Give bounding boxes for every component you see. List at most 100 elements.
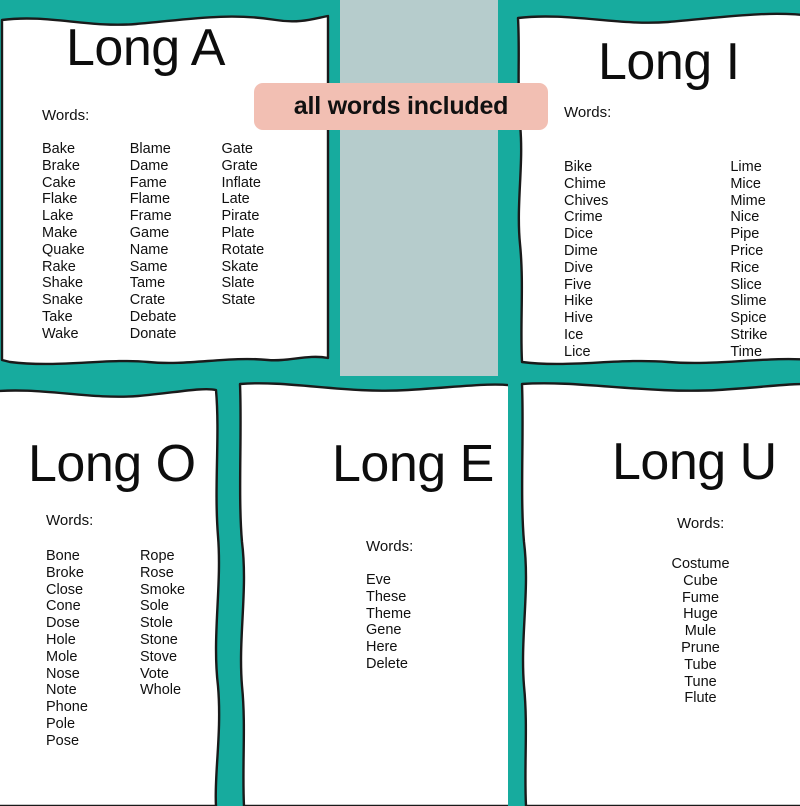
word-column: Bake Brake Cake Flake Lake Make Quake Ra… — [42, 141, 85, 343]
word-item: Prune — [681, 639, 720, 656]
word-item: Stole — [139, 615, 173, 632]
word-item: Eve — [366, 572, 391, 588]
poster-title-long-u: Long U — [612, 433, 777, 491]
word-columns-long-u: Costume Cube Fume Huge Mule Prune Tube T… — [618, 556, 783, 707]
word-item: Blame — [129, 141, 171, 157]
word-item: Pipe — [730, 226, 760, 243]
word-item: Dime — [564, 242, 598, 259]
poster-card-long-i[interactable]: Long I Words: Bike Chime Chives Crime Di… — [498, 0, 800, 378]
word-item: Bone — [46, 548, 80, 564]
word-item: Cube — [683, 572, 718, 589]
poster-card-long-e[interactable]: Long E Words: Eve These Theme Gene Here … — [228, 376, 526, 806]
word-item: Gate — [221, 141, 253, 157]
word-column: Rope Rose Smoke Sole Stole Stone Stove V… — [140, 548, 185, 750]
word-item: Whole — [139, 682, 182, 699]
word-item: Pole — [46, 715, 76, 732]
word-column: Costume Cube Fume Huge Mule Prune Tube T… — [618, 556, 783, 707]
word-item: Frame — [129, 208, 172, 225]
word-item: Pose — [46, 732, 80, 749]
poster-card-long-a[interactable]: Long A Words: Bake Brake Cake Flake Lake… — [0, 0, 340, 378]
word-item: Rice — [730, 259, 760, 276]
word-item: Rope — [139, 548, 175, 564]
words-label-long-a: Words: — [42, 107, 90, 124]
word-column: Eve These Theme Gene Here Delete — [366, 572, 411, 673]
word-item: Nose — [46, 665, 80, 682]
word-item: Rake — [42, 258, 76, 275]
word-item: Sole — [139, 598, 169, 615]
word-item: Slice — [730, 276, 762, 293]
word-item: Make — [42, 224, 78, 241]
word-column: Blame Dame Fame Flame Frame Game Name Sa… — [130, 141, 177, 343]
word-item: Fume — [681, 589, 720, 606]
word-item: Crime — [564, 209, 603, 226]
word-item: Smoke — [139, 581, 186, 598]
word-item: Pirate — [221, 208, 260, 225]
word-item: Tube — [684, 656, 717, 673]
word-item: Slime — [730, 293, 767, 310]
word-item: Mime — [730, 192, 766, 209]
word-item: Delete — [366, 655, 408, 672]
word-item: Cake — [42, 174, 76, 191]
word-item: Stove — [139, 648, 178, 665]
word-item: Ice — [564, 326, 584, 343]
word-item: Snake — [42, 292, 84, 309]
words-label-long-e: Words: — [366, 538, 414, 555]
word-item: Chime — [564, 175, 606, 192]
word-item: Time — [730, 343, 763, 360]
word-item: Game — [129, 224, 170, 241]
word-item: Costume — [671, 556, 730, 572]
word-item: Nice — [730, 209, 760, 226]
all-words-included-badge[interactable]: all words included — [254, 83, 548, 130]
word-item: Five — [564, 276, 592, 293]
word-item: Dame — [129, 157, 169, 174]
word-item: Hike — [564, 293, 594, 310]
word-item: Rose — [139, 564, 174, 581]
badge-label: all words included — [293, 92, 509, 120]
word-item: Lime — [730, 159, 762, 175]
word-item: Flute — [684, 690, 717, 707]
word-item: Hole — [46, 631, 76, 648]
word-item: Gene — [366, 622, 402, 639]
word-item: Spice — [730, 310, 767, 327]
poster-title-long-i: Long I — [598, 33, 740, 91]
word-item: Huge — [683, 606, 718, 623]
word-item: Tame — [129, 275, 166, 292]
word-item: Slate — [221, 275, 255, 292]
poster-card-long-u[interactable]: Long U Words: Costume Cube Fume Huge Mul… — [508, 376, 800, 806]
word-item: Cone — [46, 598, 81, 615]
word-item: Lake — [42, 208, 74, 225]
word-item: Dive — [564, 259, 594, 276]
word-item: Wake — [42, 325, 79, 342]
word-item: Crate — [129, 292, 166, 309]
word-item: Vote — [139, 665, 169, 682]
word-column: Gate Grate Inflate Late Pirate Plate Rot… — [222, 141, 265, 343]
word-item: Flame — [129, 191, 171, 208]
word-item: Name — [129, 241, 169, 258]
word-item: Inflate — [221, 174, 262, 191]
words-label-long-i: Words: — [564, 104, 612, 121]
word-item: Take — [42, 308, 73, 325]
word-item: Broke — [46, 564, 84, 581]
word-item: Quake — [42, 241, 85, 258]
word-columns-long-i: Bike Chime Chives Crime Dice Dime Dive F… — [564, 159, 767, 361]
word-item: Fame — [129, 174, 167, 191]
word-item: Price — [730, 242, 764, 259]
word-columns-long-e: Eve These Theme Gene Here Delete — [366, 572, 411, 673]
poster-title-long-o: Long O — [28, 435, 196, 493]
word-item: Stone — [139, 631, 178, 648]
poster-board: Long A Words: Bake Brake Cake Flake Lake… — [0, 0, 800, 806]
word-item: Grate — [221, 157, 258, 174]
word-item: Hive — [564, 310, 594, 327]
word-item: Debate — [129, 308, 177, 325]
word-item: Plate — [221, 224, 255, 241]
word-item: Dose — [46, 615, 80, 632]
word-item: Same — [129, 258, 168, 275]
word-item: Dice — [564, 226, 594, 243]
word-item: Rotate — [221, 241, 265, 258]
word-column: Bike Chime Chives Crime Dice Dime Dive F… — [564, 159, 608, 361]
word-item: Lice — [564, 343, 591, 360]
word-item: Flake — [42, 191, 78, 208]
word-item: Donate — [129, 325, 177, 342]
poster-card-long-o[interactable]: Long O Words: Bone Broke Close Cone Dose… — [0, 376, 238, 806]
poster-title-long-a: Long A — [66, 19, 225, 77]
